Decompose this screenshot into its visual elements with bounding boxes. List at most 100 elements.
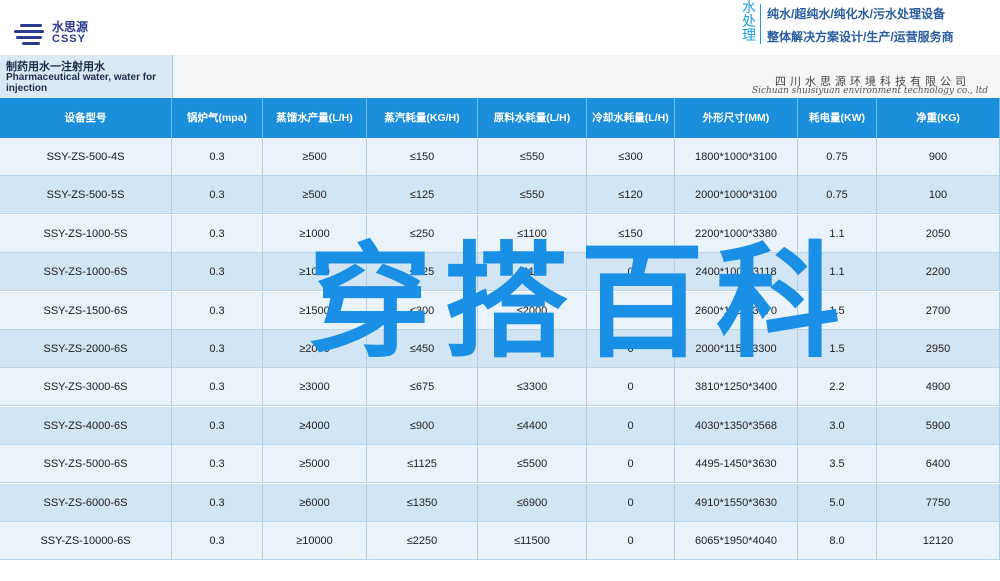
cell-dimensions: 4495-1450*3630 (675, 445, 798, 483)
cell-power-consumption: 1.5 (798, 330, 877, 368)
cell-cooling-water-consumption: 0 (587, 445, 675, 483)
cell-distilled-output: ≥2000 (263, 330, 367, 368)
cell-power-consumption: 2.2 (798, 368, 877, 406)
cell-boiler-pressure: 0.3 (172, 407, 263, 445)
cell-model: SSY-ZS-3000-6S (0, 368, 172, 406)
cell-boiler-pressure: 0.3 (172, 176, 263, 214)
table-row: SSY-ZS-1000-6S 0.3 ≥1000 ≤225 ≤1100 0 2400*100… (0, 253, 1000, 291)
table-row: SSY-ZS-1500-6S 0.3 ≥1500 ≤300 ≤2000 ≤200 2600*… (0, 292, 1000, 330)
cell-net-weight: 2950 (877, 330, 1000, 368)
cell-raw-water-consumption: ≤550 (478, 176, 587, 214)
cell-power-consumption: 0.75 (798, 176, 877, 214)
cell-cooling-water-consumption: ≤150 (587, 215, 675, 253)
cell-net-weight: 2200 (877, 253, 1000, 291)
cell-dimensions: 2000*1000*3100 (675, 176, 798, 214)
cell-steam-consumption: ≤150 (367, 138, 478, 176)
header-net-weight: 净重(KG) (877, 98, 1000, 138)
header-cooling-water-consumption: 冷却水耗量(L/H) (587, 98, 675, 138)
cell-net-weight: 100 (877, 176, 1000, 214)
cell-net-weight: 2700 (877, 292, 1000, 330)
cell-model: SSY-ZS-4000-6S (0, 407, 172, 445)
cell-steam-consumption: ≤1125 (367, 445, 478, 483)
table-row: SSY-ZS-3000-6S 0.3 ≥3000 ≤675 ≤3300 0 3810*125… (0, 368, 1000, 406)
cell-steam-consumption: ≤125 (367, 176, 478, 214)
cell-raw-water-consumption: ≤1100 (478, 253, 587, 291)
cell-steam-consumption: ≤675 (367, 368, 478, 406)
vertical-char: 处 (742, 13, 756, 29)
cell-model: SSY-ZS-1000-5S (0, 215, 172, 253)
cell-dimensions: 2400*1000*3118 (675, 253, 798, 291)
cell-steam-consumption: ≤300 (367, 292, 478, 330)
cell-cooling-water-consumption: 0 (587, 253, 675, 291)
cell-dimensions: 3810*1250*3400 (675, 368, 798, 406)
logo-mark-icon (14, 22, 46, 45)
cell-dimensions: 4910*1550*3630 (675, 484, 798, 522)
cell-power-consumption: 1.1 (798, 253, 877, 291)
cell-steam-consumption: ≤450 (367, 330, 478, 368)
cell-cooling-water-consumption: 0 (587, 368, 675, 406)
cell-raw-water-consumption: ≤2000 (478, 292, 587, 330)
header-boiler-pressure: 锅炉气(mpa) (172, 98, 263, 138)
cell-power-consumption: 3.5 (798, 445, 877, 483)
cell-dimensions: 2000*1150*3300 (675, 330, 798, 368)
table-row: SSY-ZS-5000-6S 0.3 ≥5000 ≤1125 ≤5500 0 4495-14… (0, 445, 1000, 483)
cell-steam-consumption: ≤2250 (367, 522, 478, 560)
cell-boiler-pressure: 0.3 (172, 330, 263, 368)
cell-dimensions: 1800*1000*3100 (675, 138, 798, 176)
cell-cooling-water-consumption: 0 (587, 330, 675, 368)
header-model: 设备型号 (0, 98, 172, 138)
cell-raw-water-consumption: ≤6900 (478, 484, 587, 522)
cell-raw-water-consumption: ≤5500 (478, 445, 587, 483)
cell-boiler-pressure: 0.3 (172, 445, 263, 483)
cell-model: SSY-ZS-10000-6S (0, 522, 172, 560)
cell-distilled-output: ≥3000 (263, 368, 367, 406)
cell-dimensions: 4030*1350*3568 (675, 407, 798, 445)
company-name-en: Sichuan shuisiyuan environment technolog… (751, 86, 988, 96)
cell-distilled-output: ≥1500 (263, 292, 367, 330)
cell-model: SSY-ZS-2000-6S (0, 330, 172, 368)
table-row: SSY-ZS-6000-6S 0.3 ≥6000 ≤1350 ≤6900 0 4910*15… (0, 484, 1000, 522)
cell-distilled-output: ≥10000 (263, 522, 367, 560)
cell-power-consumption: 1.5 (798, 292, 877, 330)
table-row: SSY-ZS-500-5S 0.3 ≥500 ≤125 ≤550 ≤120 2000*100… (0, 176, 1000, 214)
cell-distilled-output: ≥1000 (263, 215, 367, 253)
cell-net-weight: 12120 (877, 522, 1000, 560)
table-row: SSY-ZS-10000-6S 0.3 ≥10000 ≤2250 ≤11500 0 6065… (0, 522, 1000, 560)
header-steam-consumption: 蒸汽耗量(KG/H) (367, 98, 478, 138)
cell-raw-water-consumption: ≤550 (478, 138, 587, 176)
cell-net-weight: 5900 (877, 407, 1000, 445)
header-power-consumption: 耗电量(KW) (798, 98, 877, 138)
cell-net-weight: 7750 (877, 484, 1000, 522)
slogan-line-2: 整体解决方案设计/生产/运营服务商 (767, 30, 954, 44)
cell-steam-consumption: ≤250 (367, 215, 478, 253)
cell-steam-consumption: ≤1350 (367, 484, 478, 522)
cell-net-weight: 900 (877, 138, 1000, 176)
cell-power-consumption: 5.0 (798, 484, 877, 522)
cell-steam-consumption: ≤900 (367, 407, 478, 445)
cell-power-consumption: 8.0 (798, 522, 877, 560)
cell-distilled-output: ≥1000 (263, 253, 367, 291)
vertical-char: 理 (742, 27, 756, 43)
cell-cooling-water-consumption: ≤120 (587, 176, 675, 214)
cell-net-weight: 2050 (877, 215, 1000, 253)
table-title: 制药用水一注射用水 Pharmaceutical water, water fo… (0, 55, 173, 98)
cell-raw-water-consumption: ≤4400 (478, 407, 587, 445)
cell-net-weight: 6400 (877, 445, 1000, 483)
table-header-row: 设备型号 锅炉气(mpa) 蒸馏水产量(L/H) 蒸汽耗量(KG/H) 原料水耗量(L/… (0, 98, 1000, 138)
cell-model: SSY-ZS-1500-6S (0, 292, 172, 330)
top-banner: 水思源 CSSY 水 处 理 纯水/超纯水/纯化水/污水处理设备 整体解决方案设… (0, 0, 1000, 55)
vertical-char: 水 (742, 0, 756, 15)
cell-raw-water-consumption: ≤2200 (478, 330, 587, 368)
cell-distilled-output: ≥5000 (263, 445, 367, 483)
cell-boiler-pressure: 0.3 (172, 215, 263, 253)
table-row: SSY-ZS-4000-6S 0.3 ≥4000 ≤900 ≤4400 0 4030*135… (0, 407, 1000, 445)
table-row: SSY-ZS-1000-5S 0.3 ≥1000 ≤250 ≤1100 ≤150 2200*… (0, 215, 1000, 253)
cell-power-consumption: 3.0 (798, 407, 877, 445)
header-distilled-output: 蒸馏水产量(L/H) (263, 98, 367, 138)
title-en: Pharmaceutical water, water for injectio… (6, 72, 157, 94)
cell-model: SSY-ZS-5000-6S (0, 445, 172, 483)
header-dimensions: 外形尺寸(MM) (675, 98, 798, 138)
cell-distilled-output: ≥6000 (263, 484, 367, 522)
slogan-line-1: 纯水/超纯水/纯化水/污水处理设备 (767, 7, 946, 21)
table-row: SSY-ZS-500-4S 0.3 ≥500 ≤150 ≤550 ≤300 1800*100… (0, 138, 1000, 176)
